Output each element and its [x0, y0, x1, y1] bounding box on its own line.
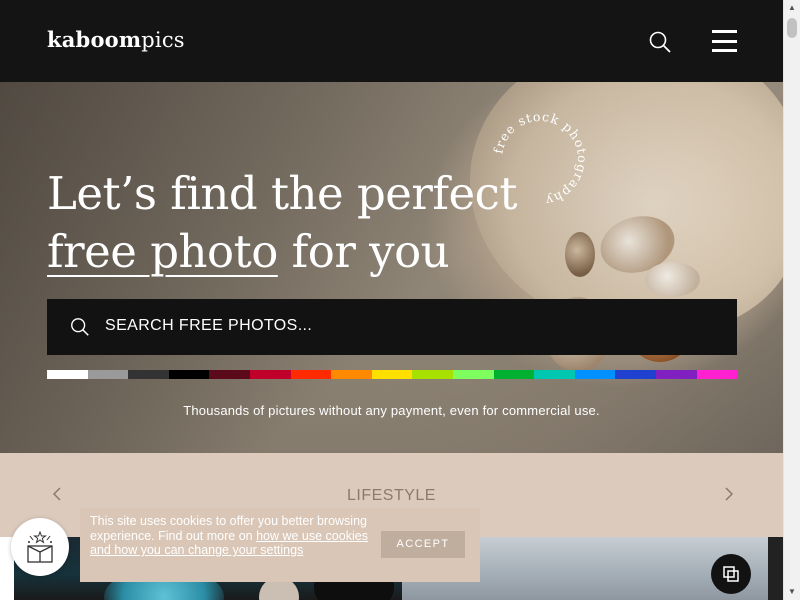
color-filter-swatch[interactable]	[696, 370, 738, 379]
color-filter-swatch[interactable]	[209, 370, 250, 379]
color-filter-swatch[interactable]	[493, 370, 535, 379]
hero-title-line1: Let’s find the perfect	[47, 167, 517, 220]
category-label[interactable]: LIFESTYLE	[0, 487, 783, 505]
color-filter-swatch[interactable]	[290, 370, 332, 379]
logo-bold-text: kaboom	[47, 27, 142, 52]
gallery-stack-icon[interactable]	[711, 554, 751, 594]
color-filter-swatch[interactable]	[249, 370, 291, 379]
logo[interactable]: kaboompics	[47, 27, 185, 52]
gift-box-icon[interactable]	[11, 518, 69, 576]
search-icon[interactable]	[648, 30, 674, 56]
cookie-text: This site uses cookies to offer you bett…	[90, 514, 375, 558]
scroll-up-icon[interactable]: ▲	[784, 0, 800, 16]
hero-tagline: Thousands of pictures without any paymen…	[183, 403, 600, 418]
color-filter-bar[interactable]	[47, 370, 738, 379]
photo-thumbnail[interactable]	[768, 537, 783, 600]
color-filter-swatch[interactable]	[47, 370, 88, 379]
color-filter-swatch[interactable]	[87, 370, 129, 379]
color-filter-swatch[interactable]	[655, 370, 697, 379]
cookie-banner: This site uses cookies to offer you bett…	[80, 508, 480, 582]
hamburger-menu-icon[interactable]	[712, 30, 738, 54]
search-icon	[71, 318, 89, 336]
hero-title-line2: for you	[277, 225, 450, 278]
site-header: kaboompics	[0, 0, 783, 82]
color-filter-swatch[interactable]	[534, 370, 575, 379]
scroll-down-icon[interactable]: ▼	[784, 584, 800, 600]
color-filter-swatch[interactable]	[452, 370, 494, 379]
hero-title: Let’s find the perfect free photo for yo…	[47, 165, 517, 281]
page-scrollbar[interactable]: ▲ ▼	[783, 0, 800, 600]
logo-light-text: pics	[141, 28, 185, 52]
color-filter-swatch[interactable]	[615, 370, 656, 379]
color-filter-swatch[interactable]	[168, 370, 210, 379]
search-placeholder: SEARCH FREE PHOTOS...	[105, 317, 313, 334]
chevron-right-icon[interactable]	[720, 486, 736, 502]
color-filter-swatch[interactable]	[412, 370, 453, 379]
color-filter-swatch[interactable]	[371, 370, 413, 379]
scrollbar-thumb[interactable]	[787, 18, 797, 38]
accept-cookies-button[interactable]: ACCEPT	[381, 531, 465, 558]
search-input[interactable]: SEARCH FREE PHOTOS...	[47, 299, 737, 355]
color-filter-swatch[interactable]	[331, 370, 372, 379]
color-filter-swatch[interactable]	[574, 370, 616, 379]
color-filter-swatch[interactable]	[128, 370, 169, 379]
free-photo-link[interactable]: free photo	[47, 225, 278, 278]
